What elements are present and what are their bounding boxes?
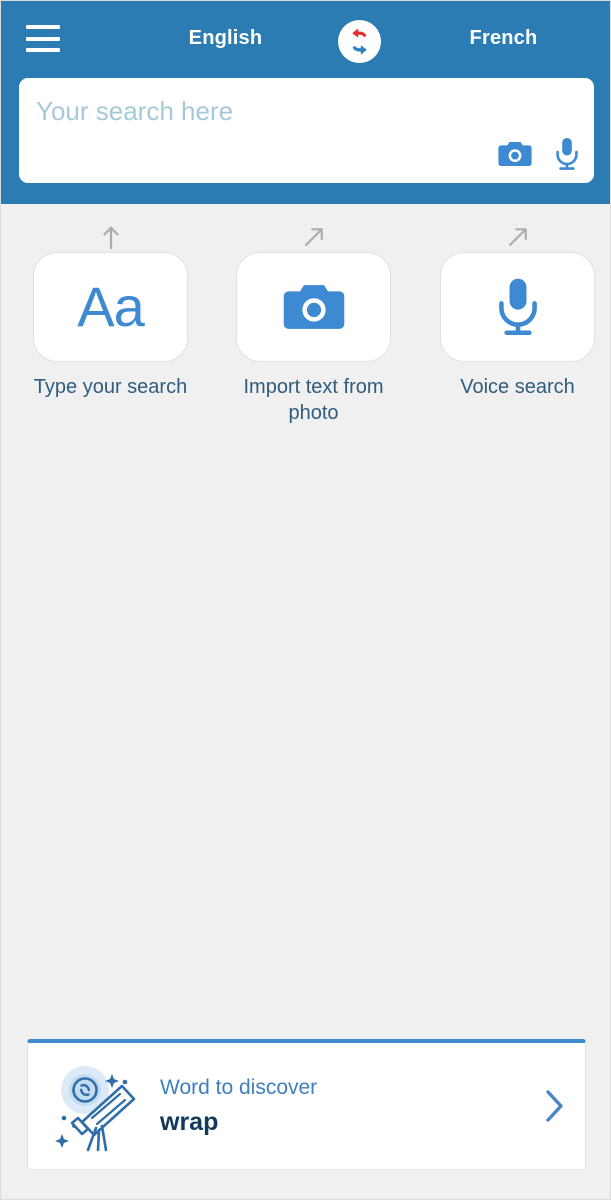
word-to-discover-title: Word to discover <box>160 1075 318 1099</box>
search-box[interactable] <box>19 78 594 183</box>
target-language-selector[interactable]: French <box>426 27 581 50</box>
microphone-icon <box>498 278 537 336</box>
microphone-icon[interactable] <box>554 137 580 171</box>
header-top-bar: English French <box>1 1 610 78</box>
hamburger-bar-2 <box>26 36 60 41</box>
tile-import-text-from-photo[interactable] <box>236 252 391 362</box>
camera-icon <box>283 285 344 329</box>
swap-languages-icon[interactable] <box>338 20 381 63</box>
search-input[interactable] <box>36 96 576 127</box>
app-root: English French Your search here Aa Type … <box>0 0 611 1200</box>
shortcut-label-voice-search: Voice search <box>460 376 575 398</box>
hamburger-bar-3 <box>26 48 60 52</box>
hamburger-menu-icon[interactable] <box>26 25 60 52</box>
search-actions <box>498 137 580 171</box>
word-to-discover-text: Word to discover wrap <box>160 1076 523 1137</box>
tile-type-your-search[interactable]: Aa <box>33 252 188 362</box>
aa-text-icon: Aa <box>77 275 144 338</box>
chevron-right-icon[interactable] <box>523 1087 585 1125</box>
telescope-icon <box>46 1060 156 1152</box>
hamburger-bar-1 <box>26 25 60 29</box>
word-to-discover-word: wrap <box>160 1107 219 1136</box>
app-header: English French <box>1 1 610 204</box>
shortcut-import-text-from-photo[interactable]: Import text from photo <box>221 222 406 426</box>
source-language-selector[interactable]: English <box>148 27 303 50</box>
tile-voice-search[interactable] <box>440 252 595 362</box>
word-to-discover-card[interactable]: Word to discover wrap <box>27 1039 586 1170</box>
shortcut-row: Aa Type your search Import text from pho… <box>1 204 610 439</box>
shortcut-voice-search[interactable]: Voice search <box>425 222 610 400</box>
shortcut-label-import-text-from-photo: Import text from photo <box>243 376 384 424</box>
arrow-up-right-icon <box>301 222 327 252</box>
camera-icon[interactable] <box>498 140 532 168</box>
arrow-up-icon <box>100 222 122 252</box>
shortcut-label-type-your-search: Type your search <box>33 376 188 398</box>
arrow-up-right-icon <box>505 222 531 252</box>
shortcut-type-your-search[interactable]: Aa Type your search <box>18 222 203 400</box>
